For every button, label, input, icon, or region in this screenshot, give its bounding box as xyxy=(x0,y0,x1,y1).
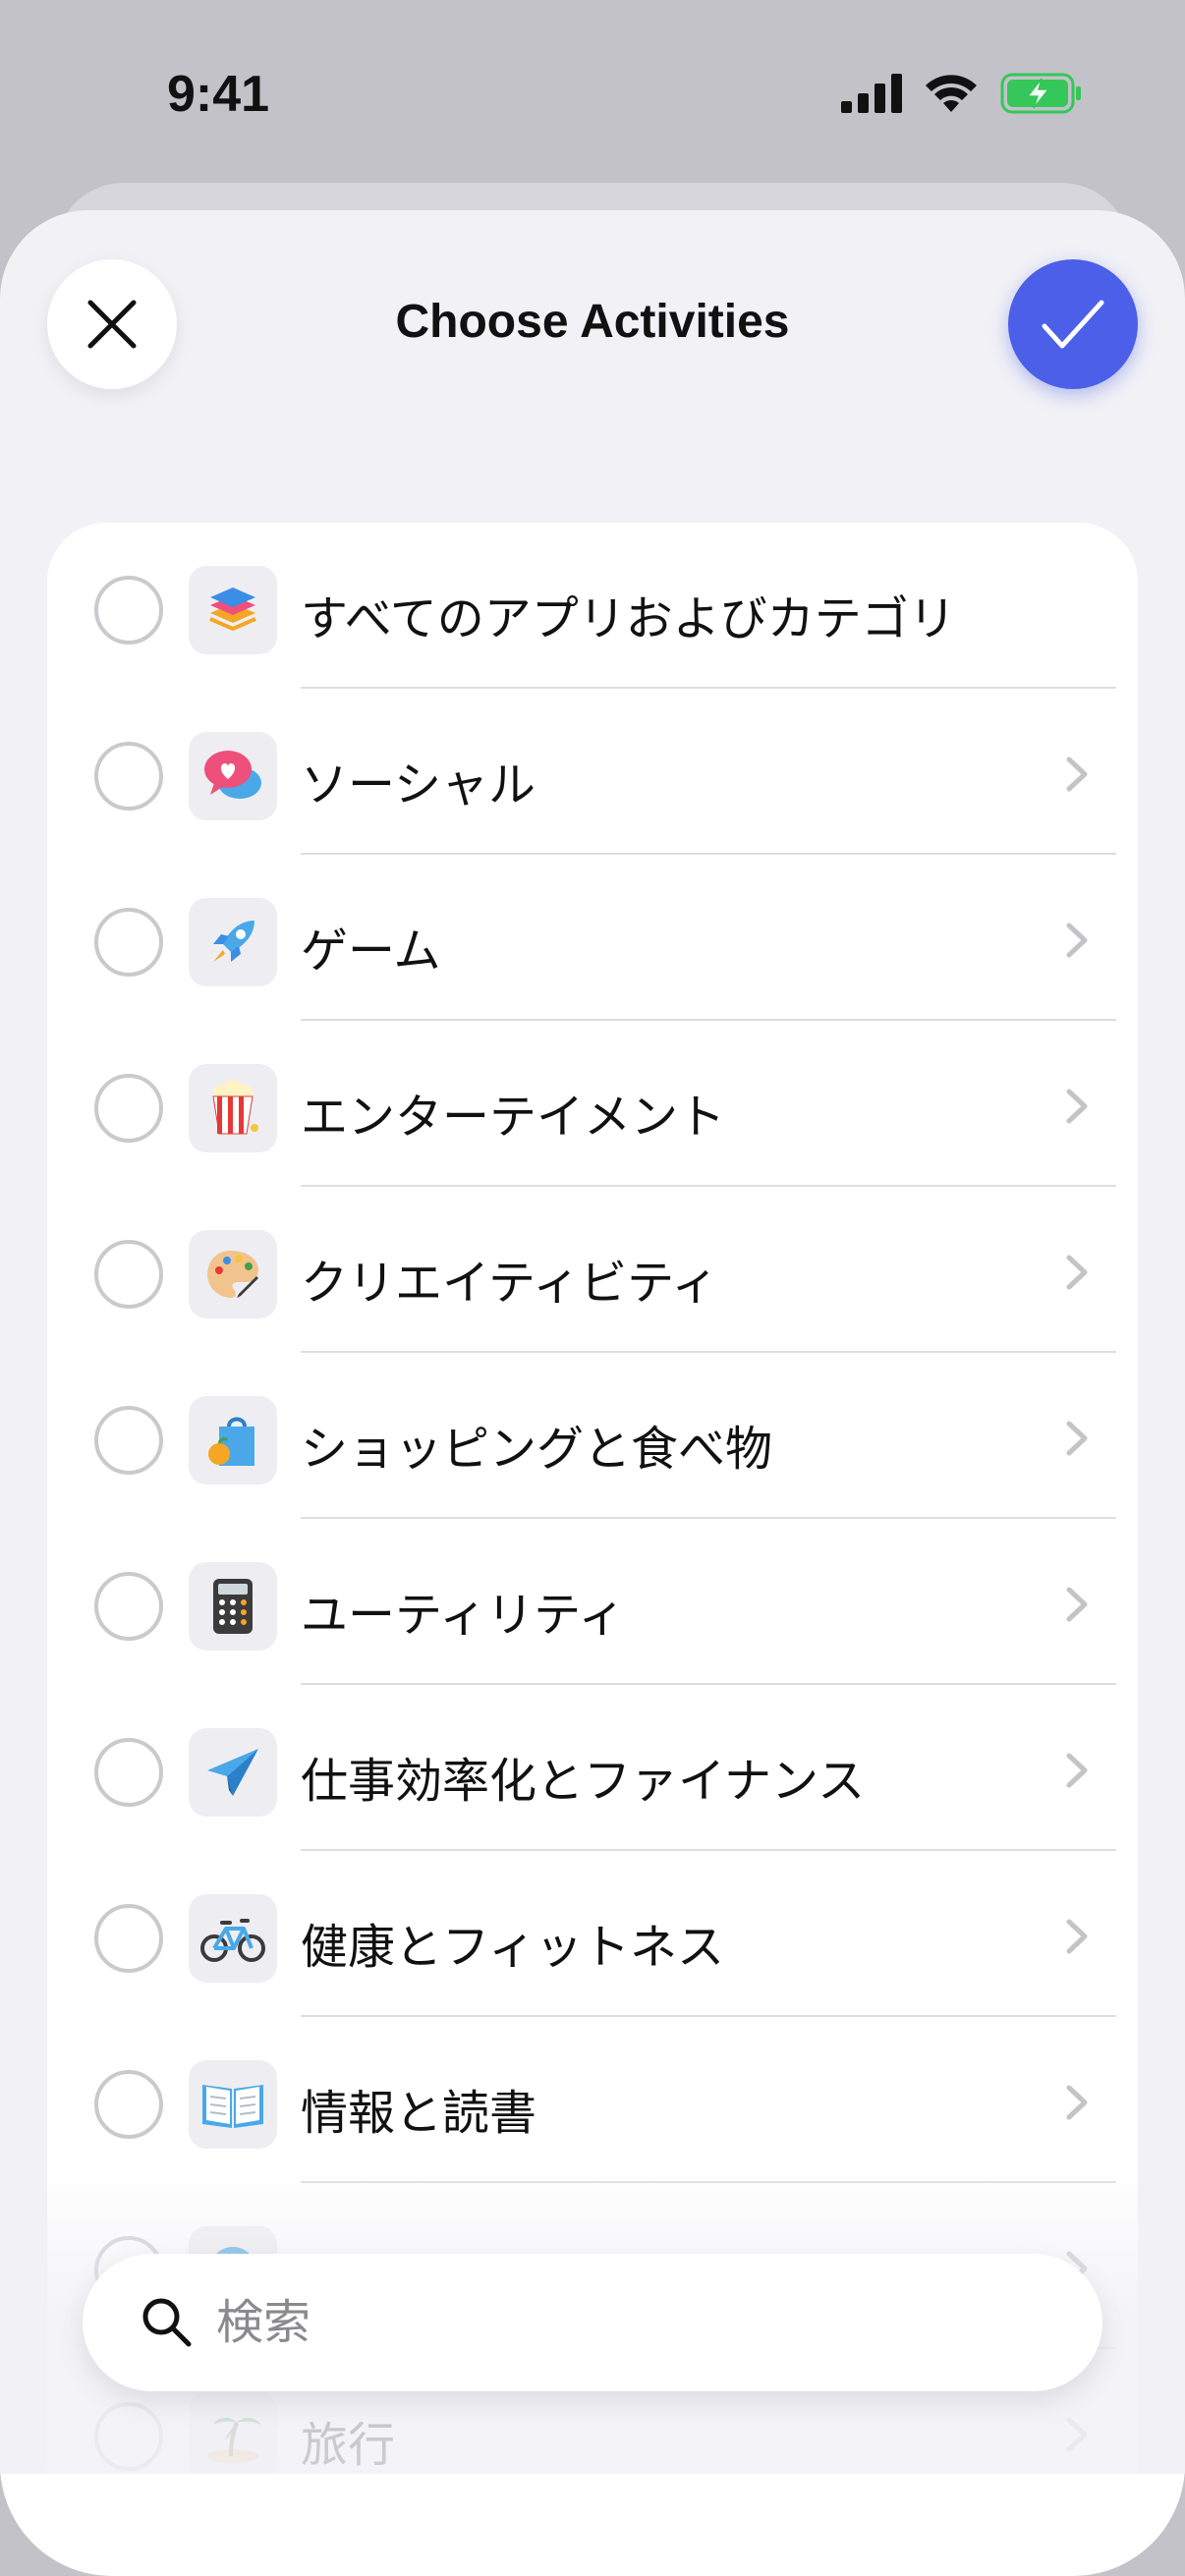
status-time: 9:41 xyxy=(167,66,270,123)
selection-radio[interactable] xyxy=(94,1904,163,1973)
list-item-label: すべてのアプリおよびカテゴリ xyxy=(301,591,956,646)
cellular-signal-icon xyxy=(841,74,902,113)
confirm-button[interactable] xyxy=(1008,259,1138,389)
chevron-right-icon xyxy=(1066,1421,1088,1456)
island-icon xyxy=(189,2392,277,2481)
status-icons xyxy=(841,73,1083,114)
stack-icon xyxy=(189,566,277,654)
status-bar: 9:41 xyxy=(0,0,1185,187)
selection-radio[interactable] xyxy=(94,1572,163,1641)
shopping-bag-icon xyxy=(189,1396,277,1484)
list-item-all-apps[interactable]: すべてのアプリおよびカテゴリ xyxy=(47,523,1138,689)
list-item-shopping-food[interactable]: ショッピングと食べ物 xyxy=(47,1353,1138,1519)
search-bar[interactable] xyxy=(83,2254,1102,2391)
chevron-right-icon xyxy=(1066,756,1088,792)
paper-plane-icon xyxy=(189,1728,277,1817)
list-item-information-reading[interactable]: 情報と読書 xyxy=(47,2017,1138,2183)
list-item-label: 健康とフィットネス xyxy=(301,1920,725,1975)
selection-radio[interactable] xyxy=(94,742,163,811)
list-item-label: 情報と読書 xyxy=(301,2086,537,2141)
chevron-right-icon xyxy=(1066,1255,1088,1290)
list-item-label: ゲーム xyxy=(301,924,441,979)
rocket-icon xyxy=(189,898,277,986)
chevron-right-icon xyxy=(1066,2417,1088,2452)
activities-list: すべてのアプリおよびカテゴリ ソーシャル ゲーム エンターテイメント クリエイテ… xyxy=(47,523,1138,2488)
list-item-label: エンターテイメント xyxy=(301,1090,726,1145)
palette-icon xyxy=(189,1230,277,1318)
checkmark-icon xyxy=(1042,300,1104,349)
list-item-label: 旅行 xyxy=(301,2418,396,2473)
selection-radio[interactable] xyxy=(94,1738,163,1807)
selection-radio[interactable] xyxy=(94,2402,163,2471)
sheet-bottom-edge xyxy=(0,2474,1185,2576)
list-item-social[interactable]: ソーシャル xyxy=(47,689,1138,855)
list-item-label: ユーティリティ xyxy=(301,1588,626,1643)
battery-charging-icon xyxy=(1000,73,1081,114)
selection-radio[interactable] xyxy=(94,1074,163,1143)
selection-radio[interactable] xyxy=(94,2070,163,2139)
chevron-right-icon xyxy=(1066,2085,1088,2120)
bicycle-icon xyxy=(189,1894,277,1983)
selection-radio[interactable] xyxy=(94,908,163,977)
list-item-health-fitness[interactable]: 健康とフィットネス xyxy=(47,1851,1138,2017)
selection-radio[interactable] xyxy=(94,576,163,644)
chevron-right-icon xyxy=(1066,923,1088,958)
list-item-utilities[interactable]: ユーティリティ xyxy=(47,1519,1138,1685)
chevron-right-icon xyxy=(1066,1753,1088,1788)
selection-radio[interactable] xyxy=(94,1406,163,1475)
list-item-label: ソーシャル xyxy=(301,757,536,812)
popcorn-icon xyxy=(189,1064,277,1152)
book-icon xyxy=(189,2060,277,2149)
list-item-creativity[interactable]: クリエイティビティ xyxy=(47,1187,1138,1353)
search-input[interactable] xyxy=(216,2283,1061,2362)
chevron-right-icon xyxy=(1066,1919,1088,1954)
list-item-label: ショッピングと食べ物 xyxy=(301,1422,773,1477)
list-item-label: クリエイティビティ xyxy=(301,1256,719,1311)
chat-heart-icon xyxy=(189,732,277,820)
chevron-right-icon xyxy=(1066,1587,1088,1622)
selection-radio[interactable] xyxy=(94,1240,163,1309)
list-item-label: 仕事効率化とファイナンス xyxy=(301,1754,866,1809)
wifi-icon xyxy=(926,75,977,112)
search-icon xyxy=(142,2298,192,2347)
chevron-right-icon xyxy=(1066,1089,1088,1124)
list-item-games[interactable]: ゲーム xyxy=(47,855,1138,1021)
list-item-entertainment[interactable]: エンターテイメント xyxy=(47,1021,1138,1187)
calculator-icon xyxy=(189,1562,277,1651)
list-item-productivity-finance[interactable]: 仕事効率化とファイナンス xyxy=(47,1685,1138,1851)
